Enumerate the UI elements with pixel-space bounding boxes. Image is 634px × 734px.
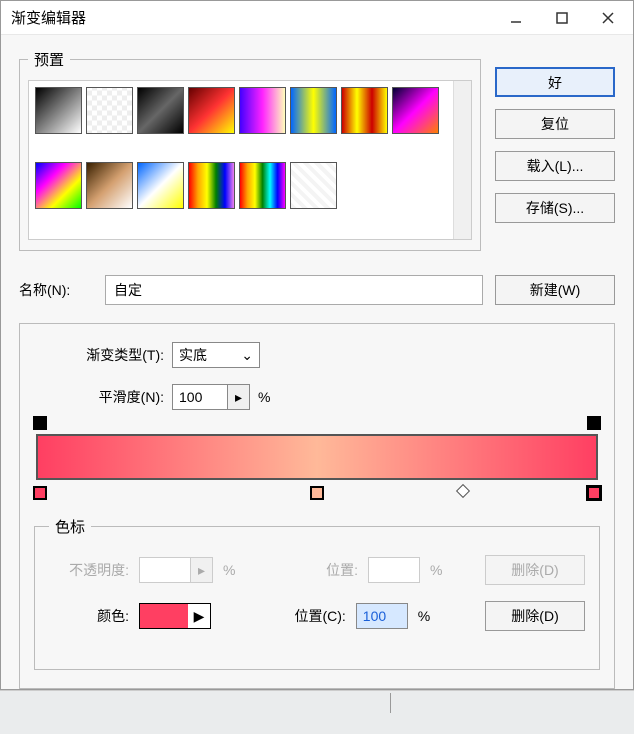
smoothness-input[interactable] (172, 384, 228, 410)
titlebar: 渐变编辑器 (1, 1, 633, 35)
preset-swatch-13[interactable] (290, 162, 337, 209)
opacity-stop-right[interactable] (587, 416, 601, 430)
preset-swatch-11[interactable] (188, 162, 235, 209)
color-stop-100[interactable] (587, 486, 601, 500)
preset-swatch-9[interactable] (86, 162, 133, 209)
color-stop-0[interactable] (33, 486, 47, 500)
gradient-type-select[interactable]: 实底 ⌄ (172, 342, 260, 368)
preset-swatch-5[interactable] (290, 87, 337, 134)
preset-swatch-10[interactable] (137, 162, 184, 209)
opacity-unit: % (223, 562, 235, 578)
color-position-label: 位置(C): (266, 606, 346, 626)
presets-group: 预置 ⏵⏵ (19, 49, 481, 251)
presets-legend: 预置 (28, 49, 70, 70)
color-position-input[interactable] (356, 603, 408, 629)
opacity-position-input (368, 557, 420, 583)
preset-swatch-8[interactable] (35, 162, 82, 209)
gradient-options-group: 渐变类型(T): 实底 ⌄ 平滑度(N): ▸ % (19, 323, 615, 689)
ok-button[interactable]: 好 (495, 67, 615, 97)
smoothness-label: 平滑度(N): (54, 387, 164, 407)
opacity-position-label: 位置: (278, 560, 358, 580)
gradient-type-label: 渐变类型(T): (54, 345, 164, 365)
stops-group: 色标 不透明度: ▸ % 位置: % 删除(D) 颜色: (34, 516, 600, 670)
color-chip-fill (140, 604, 188, 628)
preset-swatch-0[interactable] (35, 87, 82, 134)
bottom-strip (0, 690, 634, 734)
gradient-type-value: 实底 (179, 345, 207, 365)
close-button[interactable] (585, 2, 631, 34)
color-label: 颜色: (49, 606, 129, 626)
delete-opacity-button: 删除(D) (485, 555, 585, 585)
gradient-bar[interactable] (36, 434, 598, 480)
color-chip-arrow-icon[interactable]: ▶ (188, 604, 210, 628)
new-button[interactable]: 新建(W) (495, 275, 615, 305)
preset-swatch-4[interactable] (239, 87, 286, 134)
opacity-stepper: ▸ (191, 557, 213, 583)
opacity-label: 不透明度: (49, 560, 129, 580)
gradient-preview (36, 434, 598, 480)
preset-swatch-12[interactable] (239, 162, 286, 209)
opacity-input (139, 557, 191, 583)
opacity-stop-left[interactable] (33, 416, 47, 430)
preset-swatch-3[interactable] (188, 87, 235, 134)
smoothness-unit: % (258, 389, 270, 405)
chevron-down-icon: ⌄ (241, 347, 253, 364)
delete-color-button[interactable]: 删除(D) (485, 601, 585, 631)
load-button[interactable]: 载入(L)... (495, 151, 615, 181)
color-position-unit: % (418, 608, 430, 624)
name-label: 名称(N): (19, 280, 93, 300)
color-swatch[interactable]: ▶ (139, 603, 211, 629)
preset-swatch-2[interactable] (137, 87, 184, 134)
preset-swatch-7[interactable] (392, 87, 439, 134)
gradient-editor-window: 渐变编辑器 预置 ⏵⏵ 好 复位 载入(L)... 存储(S)... 名称(N)… (0, 0, 634, 690)
opacity-position-unit: % (430, 562, 442, 578)
maximize-button[interactable] (539, 2, 585, 34)
reset-button[interactable]: 复位 (495, 109, 615, 139)
stops-legend: 色标 (49, 516, 91, 537)
name-input[interactable] (105, 275, 483, 305)
side-buttons: 好 复位 载入(L)... 存储(S)... (495, 49, 615, 251)
smoothness-stepper[interactable]: ▸ (228, 384, 250, 410)
presets-list (28, 80, 472, 240)
preset-swatch-6[interactable] (341, 87, 388, 134)
presets-scrollbar[interactable] (453, 81, 471, 239)
minimize-button[interactable] (493, 2, 539, 34)
dialog-body: 预置 ⏵⏵ 好 复位 载入(L)... 存储(S)... 名称(N): 新建(W… (1, 35, 633, 689)
midpoint-marker[interactable] (455, 484, 469, 498)
window-title: 渐变编辑器 (11, 7, 493, 28)
preset-swatch-1[interactable] (86, 87, 133, 134)
save-button[interactable]: 存储(S)... (495, 193, 615, 223)
color-stop-50[interactable] (310, 486, 324, 500)
